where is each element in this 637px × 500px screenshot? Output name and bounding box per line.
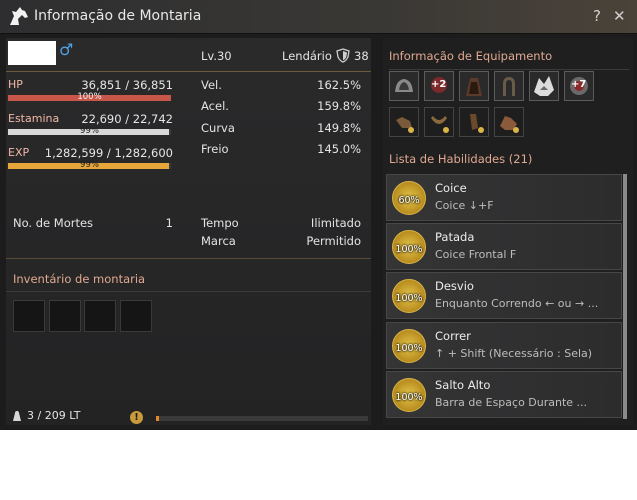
- turning-value: 149.8%: [317, 121, 361, 135]
- equipment-title: Informação de Equipamento: [389, 49, 553, 63]
- costume-harness-icon[interactable]: [459, 107, 489, 137]
- brake-label: Freio: [201, 142, 229, 156]
- shield-icon: [336, 48, 350, 63]
- horse-head-icon: [10, 7, 28, 25]
- acceleration-label: Acel.: [201, 99, 229, 113]
- saddle-icon[interactable]: [389, 71, 419, 101]
- mark-label: Marca: [201, 234, 236, 248]
- skill-description: Coice ↓+F: [435, 199, 494, 212]
- time-label: Tempo: [201, 216, 239, 230]
- exp-value: 1,282,599 / 1,282,600: [44, 146, 173, 160]
- stamina-percent: 99%: [80, 126, 99, 136]
- skill-progress: 100%: [395, 392, 423, 403]
- skill-list: 60% Coice Coice ↓+F 100% Patada Coice Fr…: [383, 174, 633, 419]
- hp-stat: HP 36,851 / 36,851 100%: [6, 78, 176, 108]
- costume-stirrup-icon[interactable]: [424, 107, 454, 137]
- champron-enhance-badge: +7: [571, 79, 587, 90]
- equipment-skills-panel: Informação de Equipamento +2 +7 Lista de…: [383, 38, 633, 425]
- exp-percent: 99%: [80, 160, 99, 170]
- exp-bar: 99%: [8, 160, 171, 170]
- kills-value: 1: [165, 216, 173, 230]
- stamina-stat: Estamina 22,690 / 22,742 99%: [6, 112, 176, 142]
- window-title: Informação de Montaria: [34, 8, 202, 24]
- help-button[interactable]: ?: [593, 7, 601, 25]
- title-bar[interactable]: Informação de Montaria ? ✕: [0, 0, 637, 34]
- costume-barding-icon[interactable]: [494, 107, 524, 137]
- stirrup-enhance-badge: +2: [431, 79, 447, 90]
- exp-label: EXP: [8, 146, 30, 159]
- stamina-bar: 99%: [8, 126, 171, 136]
- speed-label: Vel.: [201, 78, 222, 92]
- skill-item-coice[interactable]: 60% Coice Coice ↓+F: [386, 174, 622, 221]
- skill-description: Barra de Espaço Durante ...: [435, 396, 588, 409]
- inventory-title: Inventário de montaria: [13, 272, 146, 286]
- inventory-weight: 3 / 209 LT: [27, 409, 81, 422]
- harness-icon[interactable]: [459, 71, 489, 101]
- mount-info-window: Informação de Montaria ? ✕ ♂ HP 36,851 /…: [0, 0, 637, 430]
- header-divider: [6, 71, 371, 72]
- mount-name-field: [8, 41, 56, 65]
- skill-progress: 100%: [395, 244, 423, 255]
- close-button[interactable]: ✕: [613, 7, 626, 25]
- inventory-slot[interactable]: [120, 300, 152, 332]
- hp-value: 36,851 / 36,851: [81, 78, 173, 92]
- inventory-slot[interactable]: [13, 300, 45, 332]
- weight-icon: [13, 411, 21, 421]
- weight-bar: [156, 416, 368, 421]
- male-gender-icon: ♂: [59, 40, 74, 59]
- skill-name: Salto Alto: [435, 378, 491, 392]
- acceleration-value: 159.8%: [317, 99, 361, 113]
- skill-description: Enquanto Correndo ← ou → ...: [435, 297, 599, 310]
- skill-item-correr[interactable]: 100% Correr ↑ + Shift (Necessário : Sela…: [386, 322, 622, 369]
- stamina-label: Estamina: [8, 112, 60, 125]
- skill-description: ↑ + Shift (Necessário : Sela): [435, 347, 593, 360]
- level-label: Lv.30: [201, 49, 232, 63]
- horseshoe-icon[interactable]: [494, 71, 524, 101]
- stamina-value: 22,690 / 22,742: [81, 112, 173, 126]
- skill-name: Desvio: [435, 279, 474, 293]
- stirrup-icon[interactable]: +2: [424, 71, 454, 101]
- skill-progress: 100%: [395, 293, 423, 304]
- equipment-divider: [389, 69, 629, 70]
- inventory-divider: [6, 291, 371, 292]
- weight-bar-fill: [156, 416, 159, 421]
- hp-percent: 100%: [77, 92, 102, 102]
- grade-label: Lendário: [282, 49, 332, 63]
- kills-label: No. de Mortes: [13, 216, 94, 230]
- grade-value: 38: [354, 49, 369, 63]
- skill-list-scrollbar[interactable]: [623, 174, 627, 419]
- skills-title: Lista de Habilidades (21): [389, 152, 533, 166]
- costume-saddle-icon[interactable]: [389, 107, 419, 137]
- skill-name: Correr: [435, 329, 471, 343]
- mark-value: Permitido: [306, 234, 361, 248]
- inventory-slot[interactable]: [49, 300, 81, 332]
- time-value: Ilimitado: [310, 216, 361, 230]
- skill-item-salto-alto[interactable]: 100% Salto Alto Barra de Espaço Durante …: [386, 371, 622, 418]
- kills-divider: [6, 258, 371, 259]
- skill-name: Patada: [435, 230, 475, 244]
- skill-item-desvio[interactable]: 100% Desvio Enquanto Correndo ← ou → ...: [386, 272, 622, 319]
- scrollbar-thumb[interactable]: [623, 174, 627, 419]
- exp-stat: EXP 1,282,599 / 1,282,600 99%: [6, 146, 176, 176]
- warning-icon[interactable]: !: [130, 411, 143, 424]
- inventory-slot[interactable]: [84, 300, 116, 332]
- mount-stats-panel: ♂ HP 36,851 / 36,851 100% Estamina 22,69…: [6, 38, 371, 425]
- hp-label: HP: [8, 78, 23, 91]
- hp-bar: 100%: [8, 92, 171, 102]
- barding-icon[interactable]: [529, 71, 559, 101]
- turning-label: Curva: [201, 121, 235, 135]
- skill-progress: 60%: [398, 195, 420, 206]
- speed-value: 162.5%: [317, 78, 361, 92]
- skill-name: Coice: [435, 181, 467, 195]
- skill-item-patada[interactable]: 100% Patada Coice Frontal F: [386, 223, 622, 270]
- skill-progress: 100%: [395, 343, 423, 354]
- brake-value: 145.0%: [317, 142, 361, 156]
- skill-description: Coice Frontal F: [435, 248, 517, 261]
- champron-icon[interactable]: +7: [564, 71, 594, 101]
